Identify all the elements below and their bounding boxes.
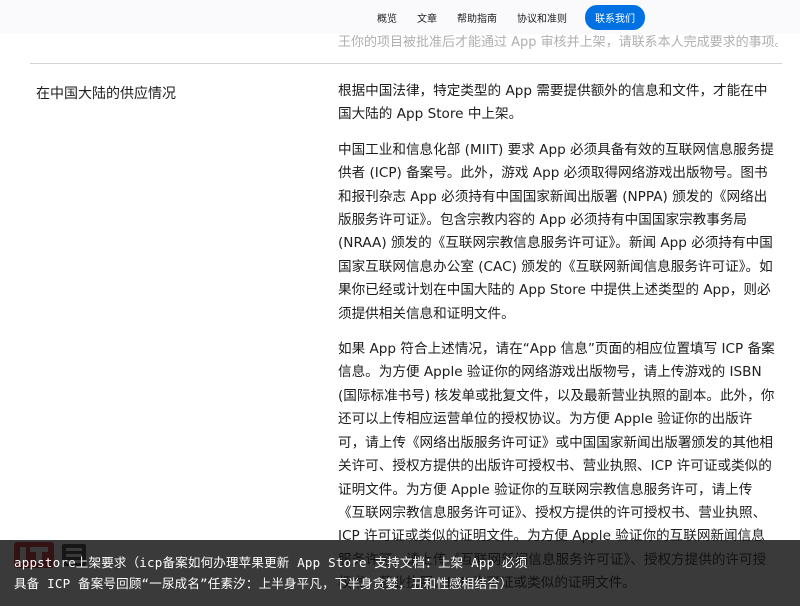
nav-overview[interactable]: 概览 xyxy=(377,10,397,25)
nav-help-guide[interactable]: 帮助指南 xyxy=(457,10,497,25)
caption-line-1: appstore上架要求（icp备案如何办理苹果更新 App Store 支持文… xyxy=(14,555,528,570)
paragraph-1: 根据中国法律，特定类型的 App 需要提供额外的信息和文件，才能在中国大陆的 A… xyxy=(338,83,768,123)
caption-line-2: 具备 ICP 备案号回顾“一尿成名”任素汐：上半身平凡，下半身贪婪，丑和性感相结… xyxy=(14,576,513,591)
top-navigation: 概览 文章 帮助指南 协议和准则 联系我们 xyxy=(0,0,800,34)
paragraph-2: 中国工业和信息化部 (MIIT) 要求 App 必须具备有效的互联网信息服务提供… xyxy=(338,141,774,322)
section-divider xyxy=(30,63,782,64)
nav-agreements-guidelines[interactable]: 协议和准则 xyxy=(517,10,567,25)
section-content: 根据中国法律，特定类型的 App 需要提供额外的信息和文件，才能在中国大陆的 A… xyxy=(338,80,778,608)
caption-overlay: appstore上架要求（icp备案如何办理苹果更新 App Store 支持文… xyxy=(0,540,800,606)
section-label: 在中国大陆的供应情况 xyxy=(36,86,176,102)
contact-us-button[interactable]: 联系我们 xyxy=(585,4,645,30)
nav-articles[interactable]: 文章 xyxy=(417,10,437,25)
